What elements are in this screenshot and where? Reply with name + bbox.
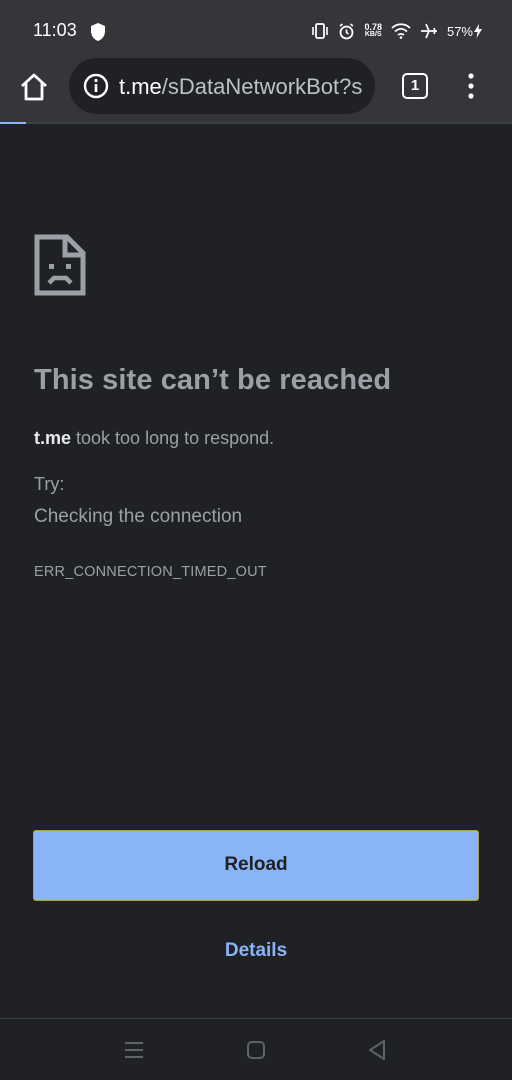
loading-progress-bar: [0, 122, 512, 124]
suggestion-item: Checking the connection: [34, 506, 243, 527]
network-speed: 0.78 KB/S: [364, 22, 382, 39]
info-icon[interactable]: [83, 73, 109, 99]
battery-level: 57%: [446, 23, 473, 39]
url-path: /sDataNetworkBot?s: [161, 74, 363, 99]
details-button[interactable]: Details: [0, 940, 512, 962]
alarm-icon: [339, 22, 354, 39]
url-text[interactable]: t.me/sDataNetworkBot?s: [119, 74, 362, 100]
status-time: 11:03: [33, 20, 77, 40]
wifi-icon: [391, 23, 411, 39]
error-headline: This site can’t be reached: [34, 364, 392, 396]
status-bar: 11:03 0.78 KB/S 57%: [0, 0, 512, 58]
error-code: ERR_CONNECTION_TIMED_OUT: [34, 564, 267, 580]
error-message-rest: took too long to respond.: [71, 428, 275, 448]
sad-document-icon: [34, 234, 86, 296]
shield-icon: [91, 23, 105, 41]
tab-switcher-button[interactable]: 1: [402, 73, 428, 99]
error-message: t.me took too long to respond.: [34, 428, 274, 449]
vibrate-icon: [312, 23, 329, 39]
nav-home-icon[interactable]: [246, 1040, 266, 1060]
reload-button[interactable]: Reload: [33, 830, 479, 901]
try-label: Try:: [34, 474, 65, 494]
recent-apps-icon[interactable]: [124, 1041, 144, 1059]
error-host: t.me: [34, 428, 72, 448]
back-icon[interactable]: [367, 1039, 387, 1061]
browser-toolbar: t.me/sDataNetworkBot?s 1: [0, 58, 512, 122]
home-icon[interactable]: [19, 72, 49, 102]
url-host: t.me: [119, 74, 162, 99]
system-nav-bar: [0, 1018, 512, 1080]
airplane-icon: [420, 23, 437, 39]
address-bar[interactable]: t.me/sDataNetworkBot?s: [69, 58, 375, 114]
status-icons: 0.78 KB/S 57%: [311, 20, 482, 42]
more-options-icon[interactable]: [464, 72, 478, 100]
loading-progress-fill: [0, 122, 26, 124]
charging-icon: [474, 24, 482, 38]
